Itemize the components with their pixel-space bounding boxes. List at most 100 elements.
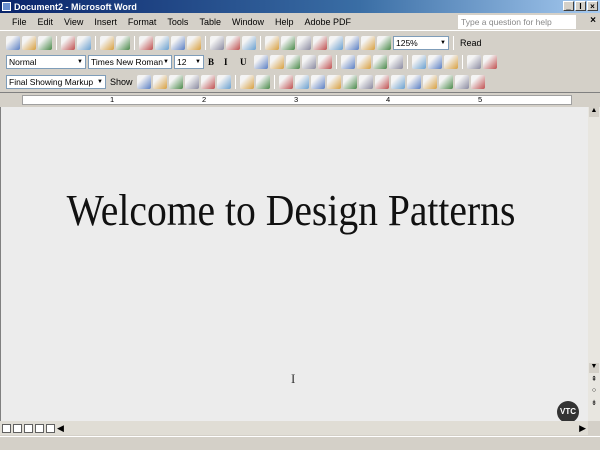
- document-page[interactable]: Welcome to Design Patterns I VTC: [0, 107, 588, 423]
- help-search-input[interactable]: Type a question for help: [458, 15, 576, 29]
- menu-view[interactable]: View: [64, 17, 83, 27]
- normal-view-icon[interactable]: [2, 423, 11, 433]
- button-icon[interactable]: [342, 74, 357, 89]
- pdf-icon[interactable]: [467, 54, 481, 69]
- scroll-icon[interactable]: [422, 74, 437, 89]
- reviewing-pane-icon[interactable]: [255, 74, 270, 89]
- highlight-icon[interactable]: [216, 74, 231, 89]
- previous-change-icon[interactable]: [136, 74, 151, 89]
- font-select[interactable]: Times New Roman ▼: [88, 54, 172, 69]
- center-icon[interactable]: [270, 54, 284, 69]
- menu-adobe-pdf[interactable]: Adobe PDF: [304, 17, 351, 27]
- menu-edit[interactable]: Edit: [38, 17, 54, 27]
- next-change-icon[interactable]: [152, 74, 167, 89]
- zoom-value: 125%: [396, 37, 418, 48]
- cut-icon[interactable]: [139, 35, 153, 50]
- spin-icon[interactable]: [438, 74, 453, 89]
- display-markup-select[interactable]: Final Showing Markup ▼: [6, 74, 106, 89]
- redo-icon[interactable]: [226, 35, 240, 50]
- checkbox-icon[interactable]: [310, 74, 325, 89]
- size-select[interactable]: 12 ▼: [174, 54, 204, 69]
- menu-format[interactable]: Format: [128, 17, 157, 27]
- close-document-button[interactable]: ×: [590, 15, 596, 26]
- track-changes-icon[interactable]: [239, 74, 254, 89]
- decrease-indent-icon[interactable]: [373, 54, 387, 69]
- web-icon[interactable]: [265, 35, 279, 50]
- tables-borders-icon[interactable]: [281, 35, 295, 50]
- menu-window[interactable]: Window: [232, 17, 264, 27]
- show-button[interactable]: Show: [108, 77, 135, 87]
- insert-table-icon[interactable]: [297, 35, 311, 50]
- menu-insert[interactable]: Insert: [94, 17, 117, 27]
- align-left-icon[interactable]: [254, 54, 268, 69]
- research-icon[interactable]: [116, 35, 130, 50]
- font-color-icon[interactable]: [444, 54, 458, 69]
- reject-change-icon[interactable]: [184, 74, 199, 89]
- undo-icon[interactable]: [210, 35, 224, 50]
- open-icon[interactable]: [22, 35, 36, 50]
- spelling-icon[interactable]: [100, 35, 114, 50]
- menu-file[interactable]: File: [12, 17, 27, 27]
- image-icon[interactable]: [470, 74, 485, 89]
- close-button[interactable]: ×: [587, 1, 598, 11]
- read-button[interactable]: Read: [458, 38, 484, 48]
- option-icon[interactable]: [358, 74, 373, 89]
- list-icon[interactable]: [374, 74, 389, 89]
- outline-view-icon[interactable]: [35, 423, 44, 433]
- scroll-down-icon[interactable]: ▼: [589, 363, 599, 373]
- web-view-icon[interactable]: [13, 423, 22, 433]
- horizontal-scrollbar[interactable]: ◀ ▶: [0, 421, 588, 435]
- print-preview-icon[interactable]: [77, 35, 91, 50]
- align-right-icon[interactable]: [286, 54, 300, 69]
- ruler[interactable]: 1 2 3 4 5: [0, 92, 600, 106]
- scroll-left-icon[interactable]: ◀: [57, 423, 64, 434]
- border-icon[interactable]: [412, 54, 426, 69]
- highlight-icon[interactable]: [428, 54, 442, 69]
- justify-icon[interactable]: [302, 54, 316, 69]
- menu-help[interactable]: Help: [275, 17, 294, 27]
- combo-icon[interactable]: [390, 74, 405, 89]
- new-icon[interactable]: [6, 35, 20, 50]
- label-icon[interactable]: [454, 74, 469, 89]
- paste-icon[interactable]: [171, 35, 185, 50]
- properties-icon[interactable]: [294, 74, 309, 89]
- vertical-scrollbar[interactable]: ▲ ▼ ⇞ ○ ⇟: [588, 107, 600, 421]
- pdf-email-icon[interactable]: [483, 54, 497, 69]
- italic-button[interactable]: I: [222, 57, 236, 67]
- design-mode-icon[interactable]: [278, 74, 293, 89]
- font-select-value: Times New Roman: [91, 56, 163, 67]
- line-spacing-icon[interactable]: [318, 54, 332, 69]
- copy-icon[interactable]: [155, 35, 169, 50]
- next-page-icon[interactable]: ⇟: [589, 399, 599, 409]
- restore-button[interactable]: Ι: [575, 1, 586, 11]
- minimize-button[interactable]: _: [563, 1, 574, 11]
- hyperlink-icon[interactable]: [242, 35, 256, 50]
- bold-button[interactable]: B: [206, 57, 220, 67]
- underline-button[interactable]: U: [238, 57, 252, 67]
- textbox-icon[interactable]: [326, 74, 341, 89]
- previous-page-icon[interactable]: ⇞: [589, 375, 599, 385]
- accept-change-icon[interactable]: [168, 74, 183, 89]
- browse-object-icon[interactable]: ○: [589, 387, 599, 397]
- show-hide-icon[interactable]: [377, 35, 391, 50]
- scroll-up-icon[interactable]: ▲: [589, 107, 599, 117]
- menu-tools[interactable]: Tools: [167, 17, 188, 27]
- save-icon[interactable]: [38, 35, 52, 50]
- drawing-icon[interactable]: [345, 35, 359, 50]
- format-painter-icon[interactable]: [187, 35, 201, 50]
- increase-indent-icon[interactable]: [389, 54, 403, 69]
- menu-table[interactable]: Table: [199, 17, 221, 27]
- frame-icon[interactable]: [406, 74, 421, 89]
- zoom-select[interactable]: 125% ▼: [393, 35, 449, 50]
- print-icon[interactable]: [61, 35, 75, 50]
- reading-view-icon[interactable]: [46, 423, 55, 433]
- numbering-icon[interactable]: [341, 54, 355, 69]
- excel-icon[interactable]: [313, 35, 327, 50]
- columns-icon[interactable]: [329, 35, 343, 50]
- comment-icon[interactable]: [200, 74, 215, 89]
- style-select[interactable]: Normal ▼: [6, 54, 86, 69]
- bullets-icon[interactable]: [357, 54, 371, 69]
- print-view-icon[interactable]: [24, 423, 33, 433]
- doc-map-icon[interactable]: [361, 35, 375, 50]
- scroll-right-icon[interactable]: ▶: [579, 423, 586, 434]
